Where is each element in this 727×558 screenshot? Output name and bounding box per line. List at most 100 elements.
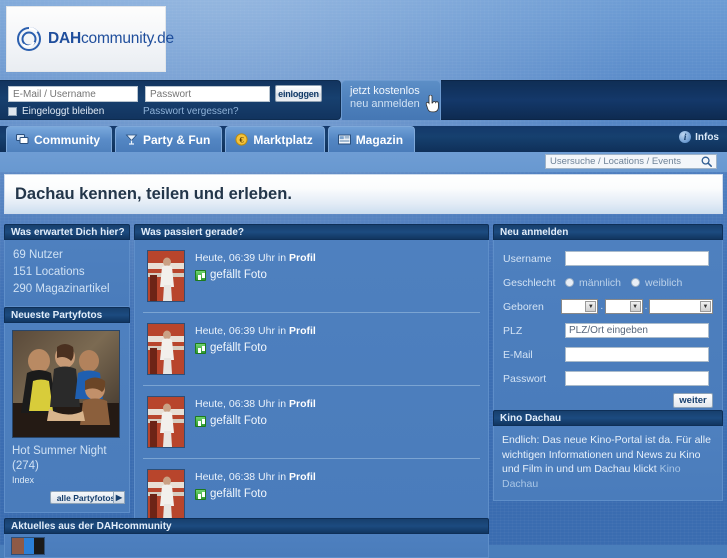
register-cta-line1: jetzt kostenlos bbox=[350, 85, 420, 97]
feed-item-time-text: Heute, 06:38 Uhr in bbox=[195, 471, 289, 483]
panel-feed-body: Heute, 06:39 Uhr in Profil gefällt Foto bbox=[134, 240, 489, 532]
register-plz-row: PLZ bbox=[503, 320, 713, 341]
search-magnifier-icon[interactable] bbox=[701, 156, 712, 167]
tab-party-fun[interactable]: Party & Fun bbox=[115, 126, 223, 152]
logo-main: DAH bbox=[48, 30, 81, 47]
search-input-placeholder[interactable]: Usersuche / Locations / Events bbox=[550, 156, 701, 167]
tab-marktplatz[interactable]: € Marktplatz bbox=[225, 126, 325, 152]
thumbs-up-icon bbox=[195, 489, 206, 500]
stay-logged-in-checkbox[interactable] bbox=[8, 107, 17, 116]
spiral-logo-icon bbox=[17, 27, 41, 51]
register-username-input[interactable] bbox=[565, 251, 709, 266]
stat-nutzer: 69 Nutzer bbox=[13, 249, 63, 261]
register-username-label: Username bbox=[503, 252, 552, 265]
aktuelles-thumbnail[interactable] bbox=[11, 537, 45, 555]
info-circle-icon: i bbox=[679, 131, 692, 143]
feed-item-target[interactable]: Profil bbox=[289, 252, 316, 264]
panel-kino-dachau: Kino Dachau Endlich: Das neue Kino-Porta… bbox=[493, 410, 723, 501]
party-photo-thumbnail[interactable] bbox=[12, 330, 120, 438]
header-dark-band bbox=[441, 80, 727, 120]
feed-item[interactable]: Heute, 06:39 Uhr in Profil gefällt Foto bbox=[143, 313, 480, 386]
feed-item-target[interactable]: Profil bbox=[289, 325, 316, 337]
infos-link[interactable]: i Infos bbox=[679, 131, 719, 143]
tab-community-label: Community bbox=[34, 132, 100, 147]
feed-item-action: gefällt Foto bbox=[195, 341, 316, 356]
nav-tabs: Community Party & Fun € Marktplatz Magaz… bbox=[6, 126, 418, 152]
stay-logged-in-checkbox-row[interactable]: Eingeloggt bleiben bbox=[8, 106, 104, 117]
feed-item-action-label: gefällt Foto bbox=[210, 342, 267, 354]
panel-partyfotos-title: Neueste Partyfotos bbox=[4, 307, 130, 323]
feed-item-target[interactable]: Profil bbox=[289, 471, 316, 483]
panel-aktuelles: Aktuelles aus der DAHcommunity bbox=[4, 518, 489, 558]
party-photo-count: (274) bbox=[12, 460, 39, 472]
radio-female-icon[interactable] bbox=[631, 278, 641, 287]
tab-party-fun-label: Party & Fun bbox=[143, 132, 211, 147]
register-born-label: Geboren bbox=[503, 300, 544, 313]
panel-feed-title: Was passiert gerade? bbox=[134, 224, 489, 240]
party-photo-caption[interactable]: Hot Summer Night bbox=[12, 444, 122, 459]
register-gender-female-label: weiblich bbox=[645, 276, 683, 289]
register-born-month-select[interactable]: ▼ bbox=[605, 299, 643, 314]
register-email-row: E-Mail bbox=[503, 344, 713, 365]
register-gender-female[interactable]: weiblich bbox=[631, 277, 682, 289]
feed-item-time: Heute, 06:39 Uhr in Profil bbox=[195, 324, 316, 339]
feed-item-action-label: gefällt Foto bbox=[210, 269, 267, 281]
born-separator-1: . bbox=[600, 301, 604, 312]
tab-community[interactable]: Community bbox=[6, 126, 112, 152]
feed-item-time-text: Heute, 06:38 Uhr in bbox=[195, 398, 289, 410]
feed-item-target[interactable]: Profil bbox=[289, 398, 316, 410]
tab-marktplatz-label: Marktplatz bbox=[253, 132, 313, 147]
born-separator-2: . bbox=[644, 301, 648, 312]
feed-item-time-text: Heute, 06:39 Uhr in bbox=[195, 252, 289, 264]
panel-kino-body: Endlich: Das neue Kino-Portal ist da. Fü… bbox=[493, 426, 723, 501]
newspaper-icon bbox=[337, 133, 351, 146]
thumbs-up-icon bbox=[195, 416, 206, 427]
party-index-link[interactable]: Index bbox=[12, 475, 122, 485]
register-email-input[interactable] bbox=[565, 347, 709, 362]
feed-thumbnail[interactable] bbox=[147, 469, 185, 521]
register-plz-label: PLZ bbox=[503, 324, 523, 337]
feed-item-action: gefällt Foto bbox=[195, 414, 316, 429]
register-born-day-select[interactable]: ▼ bbox=[560, 299, 599, 314]
register-password-row: Passwort bbox=[503, 368, 713, 389]
radio-male-icon[interactable] bbox=[565, 278, 574, 287]
aktuelles-item-label[interactable] bbox=[53, 537, 56, 554]
panel-aktuelles-title: Aktuelles aus der DAHcommunity bbox=[4, 518, 489, 534]
feed-thumbnail[interactable] bbox=[147, 250, 185, 302]
tab-magazin[interactable]: Magazin bbox=[327, 126, 416, 152]
feed-item[interactable]: Heute, 06:38 Uhr in Profil gefällt Foto bbox=[143, 386, 480, 459]
chat-bubbles-icon bbox=[16, 133, 29, 146]
register-gender-row: Geschlecht männlich weiblich bbox=[503, 272, 713, 293]
panel-aktuelles-body bbox=[4, 534, 489, 558]
feed-thumbnail[interactable] bbox=[147, 396, 185, 448]
chevron-down-icon: ▼ bbox=[585, 301, 597, 312]
panel-was-erwartet: Was erwartet Dich hier? 69 Nutzer 151 Lo… bbox=[4, 224, 130, 307]
register-password-input[interactable] bbox=[565, 371, 709, 386]
register-cta-button[interactable]: jetzt kostenlos neu anmelden bbox=[341, 80, 441, 120]
register-born-year-select[interactable]: ▼ bbox=[649, 299, 713, 314]
chevron-right-icon[interactable]: ▶ bbox=[113, 491, 125, 504]
feed-item[interactable]: Heute, 06:39 Uhr in Profil gefällt Foto bbox=[143, 240, 480, 313]
feed-item-action-label: gefällt Foto bbox=[210, 488, 267, 500]
forgot-password-link[interactable]: Passwort vergessen? bbox=[143, 106, 239, 117]
logo-rest: community.de bbox=[80, 30, 174, 47]
all-partyfotos-button[interactable]: alle Partyfotos ▶ bbox=[50, 491, 125, 504]
panel-register: Neu anmelden Username Geschlecht männlic… bbox=[493, 224, 723, 418]
kino-text-block: Endlich: Das neue Kino-Portal ist da. Fü… bbox=[502, 433, 714, 491]
site-logo[interactable]: DAHcommunity.de bbox=[6, 6, 174, 72]
login-password-input[interactable] bbox=[145, 86, 270, 102]
register-gender-male[interactable]: männlich bbox=[565, 277, 621, 289]
login-email-input[interactable] bbox=[8, 86, 138, 102]
infos-label: Infos bbox=[695, 131, 719, 143]
register-plz-input[interactable] bbox=[565, 323, 709, 338]
register-gender-male-label: männlich bbox=[579, 276, 622, 289]
register-submit-button[interactable]: weiter bbox=[673, 393, 713, 408]
panel-was-erwartet-body: 69 Nutzer 151 Locations 290 Magazinartik… bbox=[4, 240, 130, 307]
site-logo-text: DAHcommunity.de bbox=[48, 30, 174, 48]
claim-banner: Dachau kennen, teilen und erleben. bbox=[4, 174, 723, 214]
login-submit-button[interactable]: einloggen bbox=[275, 85, 322, 102]
search-box[interactable]: Usersuche / Locations / Events bbox=[545, 154, 717, 169]
panel-partyfotos: Neueste Partyfotos Hot Summer Night (274… bbox=[4, 307, 130, 513]
panel-partyfotos-body: Hot Summer Night (274) Index alle Partyf… bbox=[4, 323, 130, 513]
feed-thumbnail[interactable] bbox=[147, 323, 185, 375]
